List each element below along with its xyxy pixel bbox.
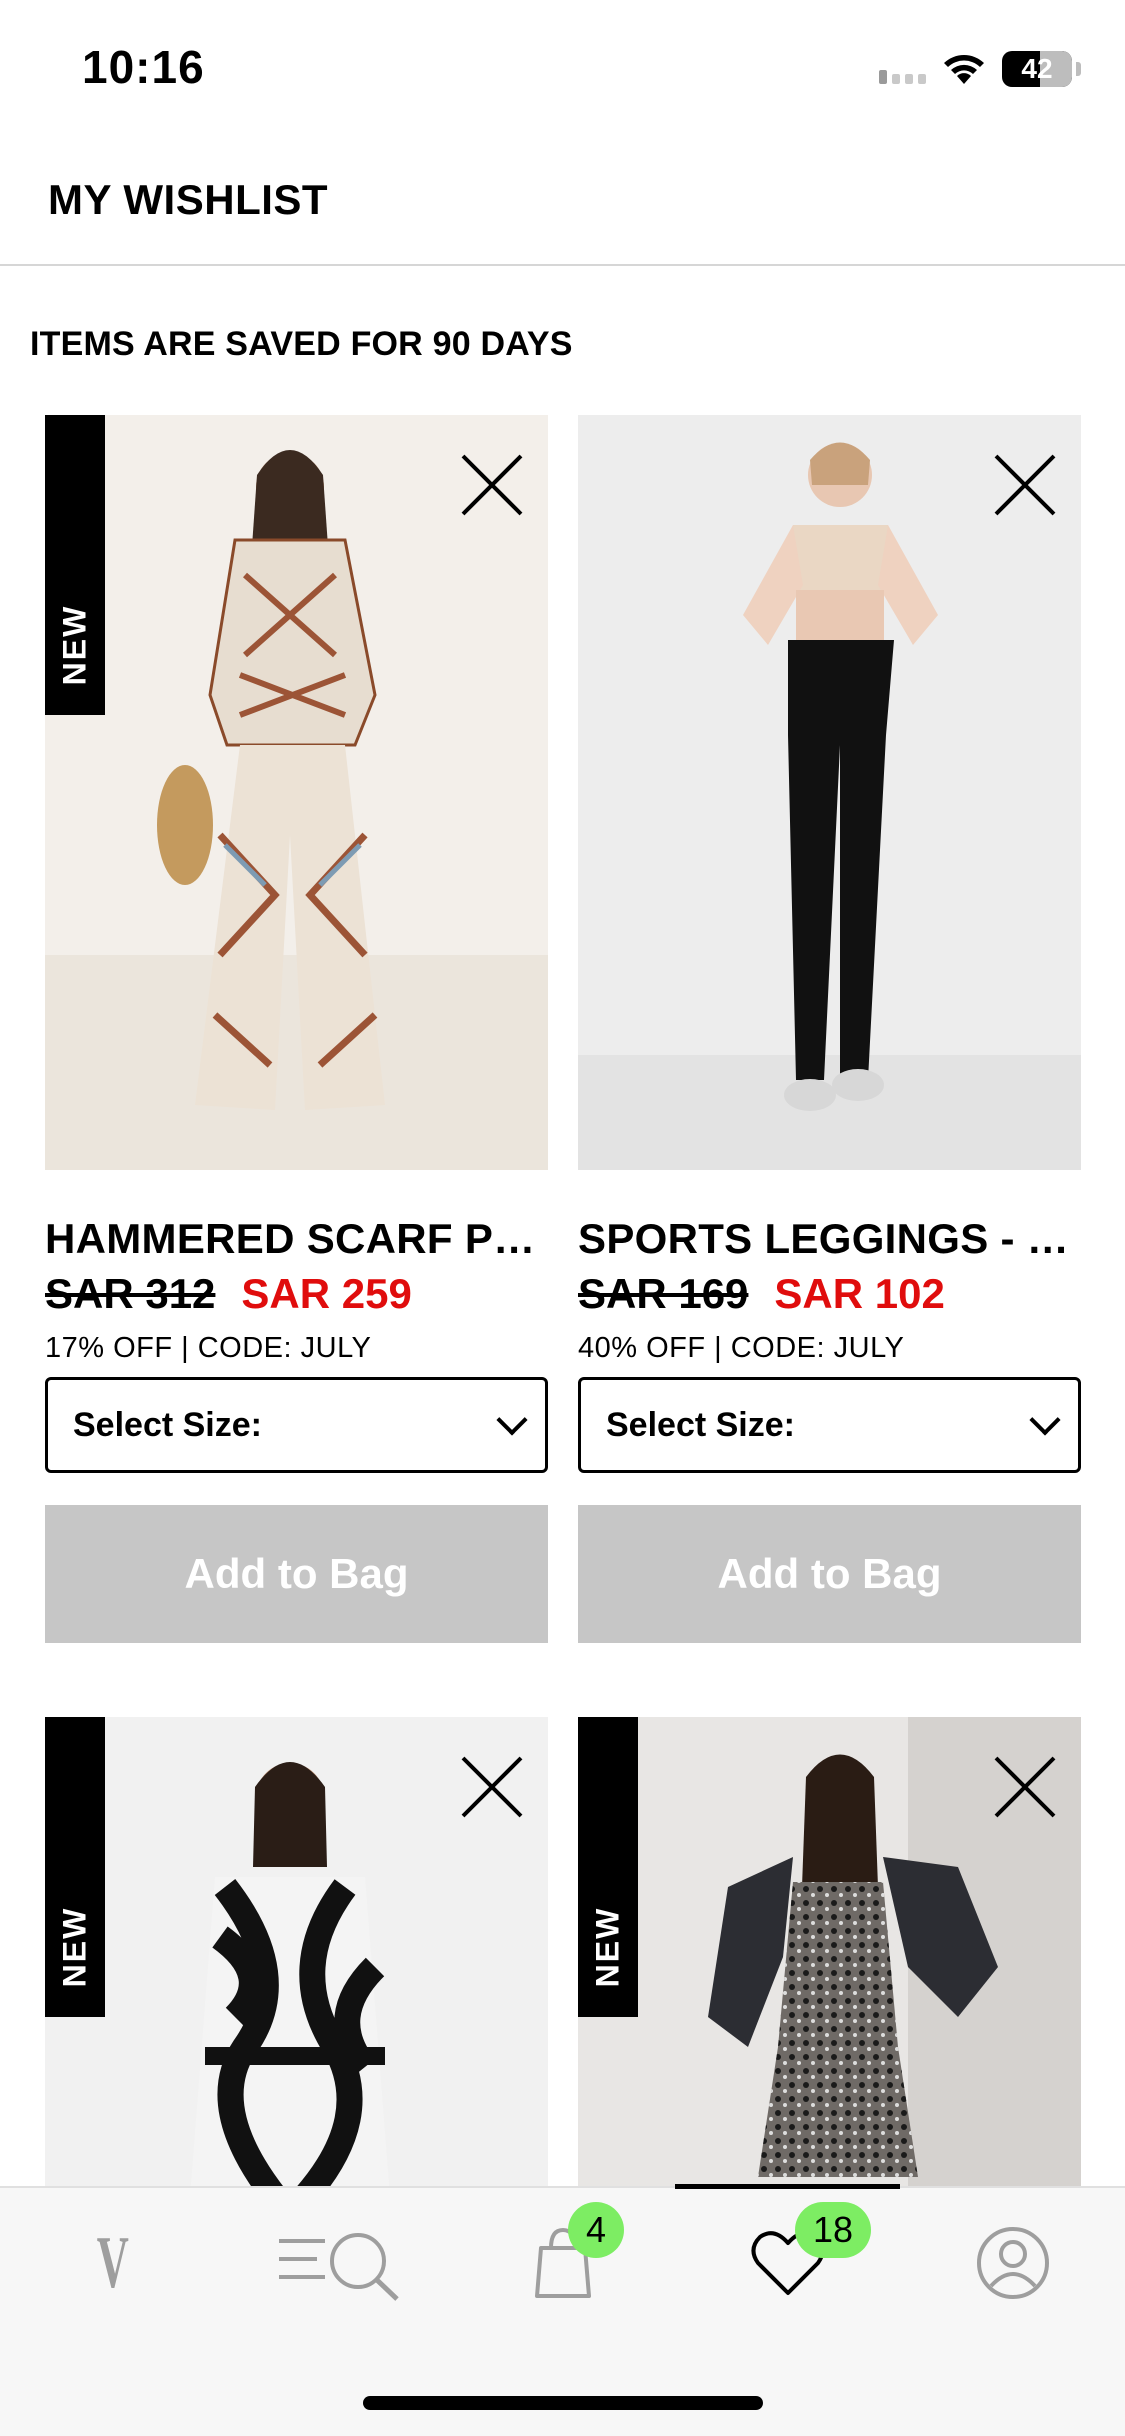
price-row: SAR 312 SAR 259 — [45, 1270, 412, 1318]
search-menu-icon — [278, 2233, 399, 2301]
wifi-icon — [944, 55, 984, 84]
page-title: MY WISHLIST — [48, 176, 329, 223]
add-to-bag-button[interactable]: Add to Bag — [45, 1505, 548, 1643]
size-select-label: Select Size: — [606, 1405, 795, 1444]
product-photo — [578, 415, 1081, 1170]
new-badge: NEW — [578, 1717, 638, 2017]
sale-price: SAR 102 — [774, 1270, 945, 1317]
status-icons: 42 — [879, 46, 1081, 92]
new-badge: NEW — [45, 415, 105, 715]
cellular-signal-icon — [879, 54, 926, 84]
bag-count-badge: 4 — [568, 2202, 624, 2258]
add-to-bag-button[interactable]: Add to Bag — [578, 1505, 1081, 1643]
chevron-down-icon — [1029, 1404, 1061, 1436]
chevron-down-icon — [496, 1404, 528, 1436]
remove-item-icon[interactable] — [991, 1753, 1059, 1821]
tab-home[interactable]: V — [0, 2188, 225, 2338]
product-image[interactable]: NEW — [578, 1717, 1081, 2197]
header: MY WISHLIST — [0, 150, 1125, 266]
size-select[interactable]: Select Size: — [45, 1377, 548, 1473]
wishlist-count-badge: 18 — [795, 2202, 871, 2258]
saved-note: ITEMS ARE SAVED FOR 90 DAYS — [30, 325, 573, 363]
brand-logo-icon: V — [96, 2221, 129, 2304]
remove-item-icon[interactable] — [458, 451, 526, 519]
tab-bag[interactable]: 4 — [450, 2188, 675, 2338]
status-time: 10:16 — [82, 41, 205, 93]
product-image[interactable]: NEW — [45, 1717, 548, 2197]
product-photo — [45, 415, 548, 1170]
remove-item-icon[interactable] — [458, 1753, 526, 1821]
sale-price: SAR 259 — [241, 1270, 412, 1317]
home-indicator[interactable] — [363, 2396, 763, 2410]
remove-item-icon[interactable] — [991, 451, 1059, 519]
tab-wishlist[interactable]: 18 — [675, 2188, 900, 2338]
user-icon — [976, 2227, 1049, 2299]
size-select[interactable]: Select Size: — [578, 1377, 1081, 1473]
product-name[interactable]: SPORTS LEGGINGS - BLACK — [578, 1215, 1081, 1263]
battery-icon: 42 — [1002, 51, 1072, 87]
product-name[interactable]: HAMMERED SCARF PRINT SHIRT AND TROUSER S… — [45, 1215, 548, 1263]
size-select-label: Select Size: — [73, 1405, 262, 1444]
promo-text: 17% OFF | CODE: JULY — [45, 1332, 372, 1364]
promo-text: 40% OFF | CODE: JULY — [578, 1332, 905, 1364]
original-price: SAR 312 — [45, 1270, 216, 1317]
product-image[interactable]: NEW — [45, 415, 548, 1170]
price-row: SAR 169 SAR 102 — [578, 1270, 945, 1318]
product-image[interactable] — [578, 415, 1081, 1170]
tab-account[interactable] — [900, 2188, 1125, 2338]
battery-level: 42 — [1021, 53, 1053, 84]
original-price: SAR 169 — [578, 1270, 749, 1317]
status-bar: 10:16 42 — [0, 0, 1125, 135]
tab-search[interactable] — [225, 2188, 450, 2338]
new-badge: NEW — [45, 1717, 105, 2017]
